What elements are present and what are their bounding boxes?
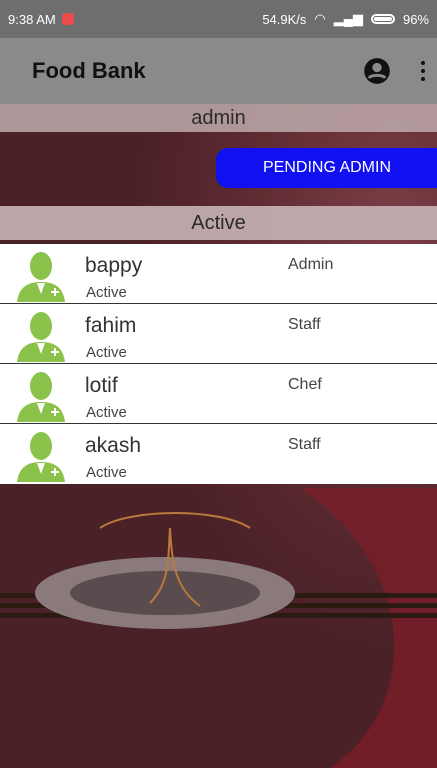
pending-admin-button[interactable]: PENDING ADMIN (216, 148, 437, 188)
user-name: fahim (85, 314, 137, 337)
user-avatar-icon (17, 372, 65, 422)
section-header-admin: admin (0, 104, 437, 132)
app-title: Food Bank (32, 58, 146, 83)
user-status: Active (86, 344, 127, 361)
battery-level: 96% (402, 11, 429, 27)
account-circle-icon[interactable] (363, 57, 391, 85)
user-status: Active (86, 464, 127, 481)
status-bar: 9:38 AM 54.9K/s ◠ ▂▄▆ 96% (0, 0, 437, 38)
user-avatar-icon (17, 312, 65, 362)
user-role: Staff (288, 316, 321, 333)
user-name: bappy (85, 254, 143, 277)
status-time: 9:38 AM (8, 11, 56, 27)
user-status: Active (86, 284, 127, 301)
signal-icon: ▂▄▆ (333, 11, 363, 26)
user-avatar-icon (17, 432, 65, 482)
network-speed: 54.9K/s (262, 11, 307, 27)
background-plate-art (0, 488, 437, 768)
user-role: Admin (288, 256, 334, 273)
wifi-icon: ◠ (314, 11, 326, 26)
user-role: Staff (288, 436, 321, 453)
user-row[interactable]: akash Active Staff (0, 424, 437, 484)
notification-icon (61, 13, 74, 25)
user-row[interactable]: bappy Active Admin (0, 244, 437, 304)
user-list: bappy Active Admin fahim Active Staff lo… (0, 244, 437, 484)
battery-icon (370, 14, 395, 24)
app-bar: Food Bank (0, 38, 437, 104)
pending-area: PENDING ADMIN (0, 132, 437, 206)
user-role: Chef (288, 376, 322, 393)
user-row[interactable]: lotif Active Chef (0, 364, 437, 424)
user-avatar-icon (17, 252, 65, 302)
section-header-active: Active (0, 206, 437, 240)
more-vert-icon[interactable] (421, 61, 425, 81)
user-status: Active (86, 404, 127, 421)
user-row[interactable]: fahim Active Staff (0, 304, 437, 364)
user-name: lotif (85, 374, 118, 397)
user-name: akash (85, 434, 142, 457)
